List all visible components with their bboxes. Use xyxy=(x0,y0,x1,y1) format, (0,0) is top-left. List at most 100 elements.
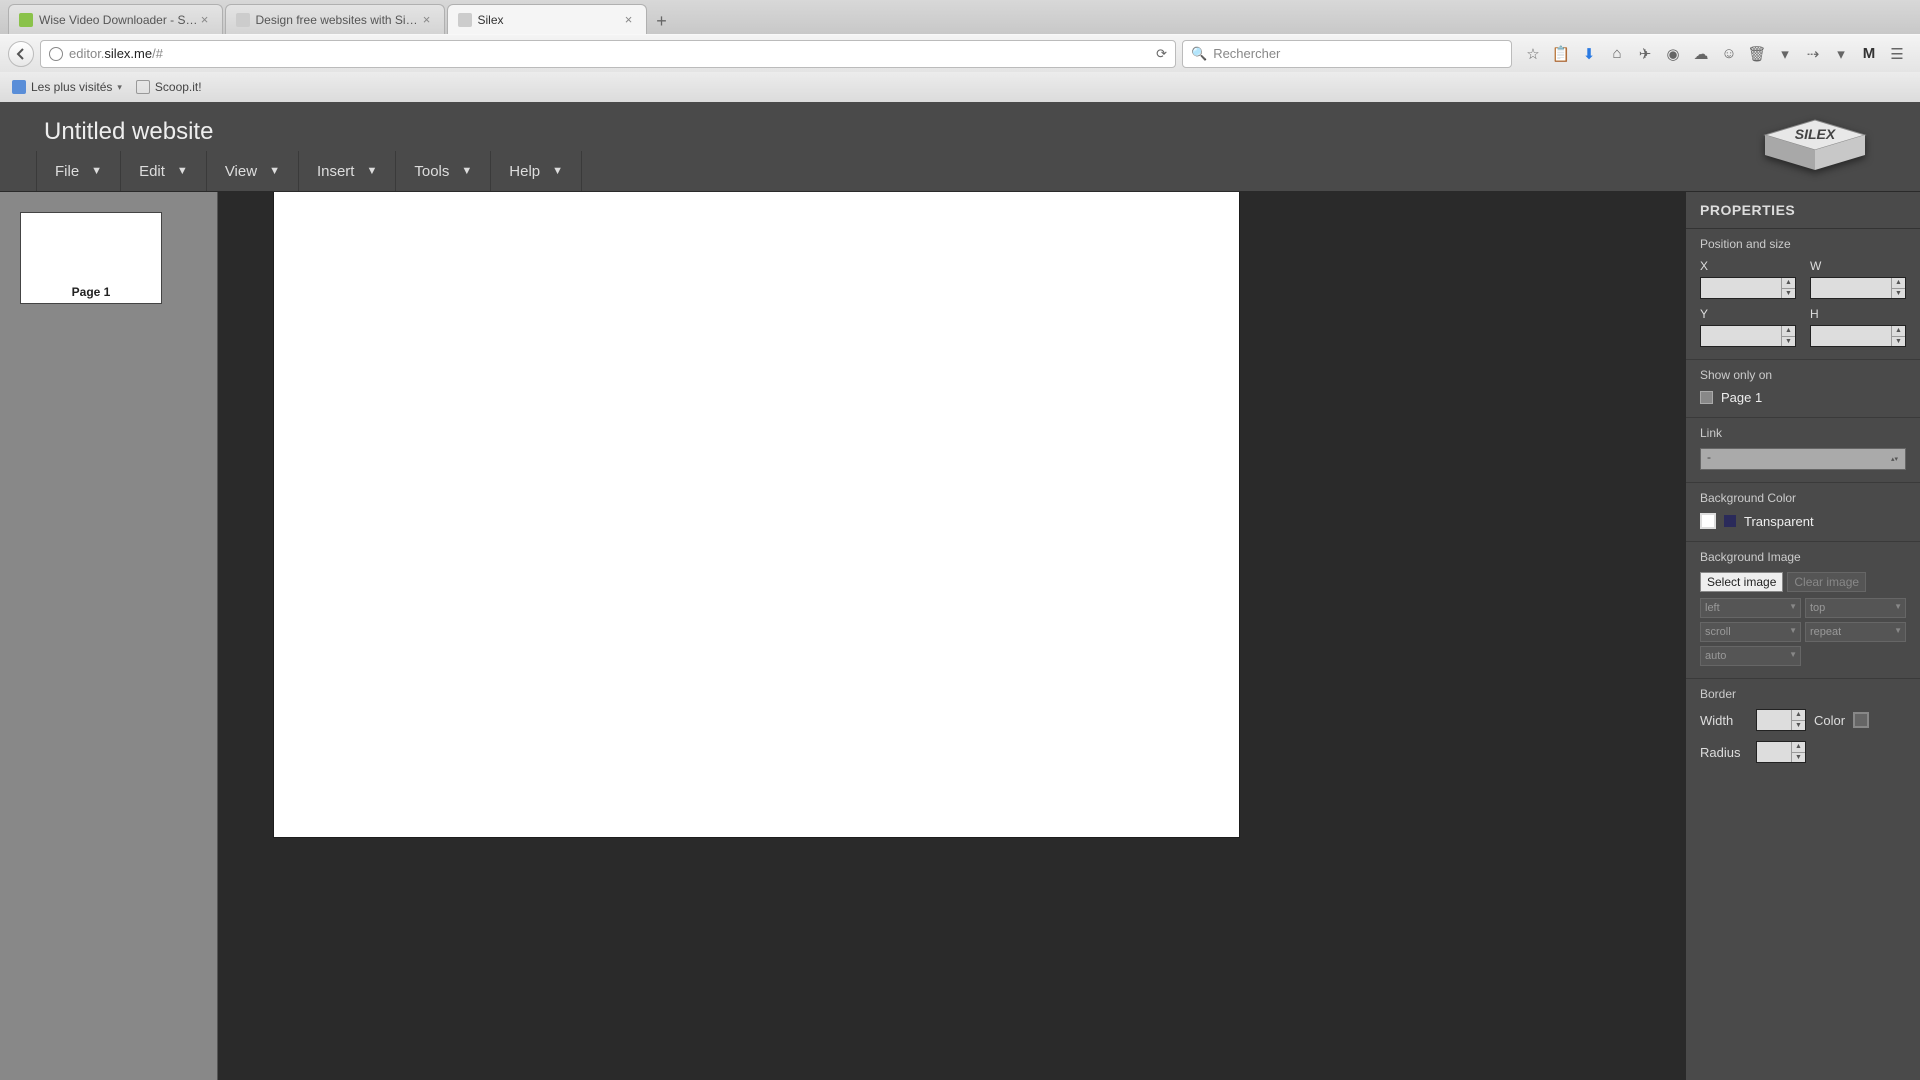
menu-insert[interactable]: Insert▼ xyxy=(299,151,396,191)
trash-icon[interactable]: 🗑 xyxy=(1748,45,1766,63)
search-icon: 🔍 xyxy=(1191,46,1207,62)
toolbar-icons: ☆ 📋 ⬇ ⌂ ✈ ◉ ☁ ☺ 🗑 ▾ ⇢ ▾ M ☰ xyxy=(1518,45,1912,63)
url-bar[interactable]: editor. silex.me /# ⟳ xyxy=(40,40,1176,68)
menu-help[interactable]: Help▼ xyxy=(491,151,582,191)
checkbox-transparent[interactable] xyxy=(1724,515,1736,527)
bg-attach-select[interactable]: scroll▼ xyxy=(1700,622,1801,642)
new-tab-button[interactable]: + xyxy=(649,8,675,34)
section-link: Link - ▴▾ xyxy=(1686,418,1920,483)
favicon-icon xyxy=(19,13,33,27)
tab-wise-video[interactable]: Wise Video Downloader - S… × xyxy=(8,4,223,34)
tab-silex-site[interactable]: Design free websites with Silex × xyxy=(225,4,445,34)
canvas-area xyxy=(218,192,1685,1080)
app-header: Untitled website File▼ Edit▼ View▼ Inser… xyxy=(0,102,1920,192)
properties-header: PROPERTIES xyxy=(1686,192,1920,229)
checkbox-label: Page 1 xyxy=(1721,390,1762,405)
chevron-down-icon: ▼ xyxy=(91,165,102,177)
bookmark-scoopit[interactable]: Scoop.it! xyxy=(136,80,202,94)
menu-bar: File▼ Edit▼ View▼ Insert▼ Tools▼ Help▼ xyxy=(36,151,582,191)
radius-label: Radius xyxy=(1700,745,1748,760)
checkbox-page1[interactable] xyxy=(1700,391,1713,404)
input-x[interactable]: ▲▼ xyxy=(1700,277,1796,299)
chevron-down-icon: ▼ xyxy=(461,165,472,177)
menu-file[interactable]: File▼ xyxy=(36,151,121,191)
globe-icon xyxy=(49,47,63,61)
bg-color-swatch[interactable] xyxy=(1700,513,1716,529)
tab-strip: Wise Video Downloader - S… × Design free… xyxy=(0,0,1920,34)
downloads-icon[interactable]: ⬇ xyxy=(1580,45,1598,63)
back-button[interactable] xyxy=(8,41,34,67)
bg-pos-x-select[interactable]: left▼ xyxy=(1700,598,1801,618)
dropdown2-icon[interactable]: ▾ xyxy=(1832,45,1850,63)
dropdown-icon[interactable]: ▾ xyxy=(1776,45,1794,63)
search-bar[interactable]: 🔍 Rechercher xyxy=(1182,40,1512,68)
pages-panel: Page 1 xyxy=(0,192,218,1080)
section-bg-image: Background Image Select image Clear imag… xyxy=(1686,542,1920,679)
chat-icon[interactable]: ☁ xyxy=(1692,45,1710,63)
section-border: Border Width ▲▼ Color Radius ▲▼ xyxy=(1686,679,1920,785)
input-y[interactable]: ▲▼ xyxy=(1700,325,1796,347)
link-select[interactable]: - ▴▾ xyxy=(1700,448,1906,470)
border-color-swatch[interactable] xyxy=(1853,712,1869,728)
bookmark-star-icon[interactable]: ☆ xyxy=(1524,45,1542,63)
bookmarks-bar: Les plus visités ▾ Scoop.it! xyxy=(0,72,1920,102)
menu-tools[interactable]: Tools ▼ xyxy=(396,151,491,191)
label-y: Y xyxy=(1700,307,1796,321)
bg-size-select[interactable]: auto▼ xyxy=(1700,646,1801,666)
section-position-size: Position and size X ▲▼ W ▲▼ Y ▲▼ xyxy=(1686,229,1920,360)
bookmark-label: Les plus visités xyxy=(31,80,112,94)
bg-pos-y-select[interactable]: top▼ xyxy=(1805,598,1906,618)
menu-view[interactable]: View ▼ xyxy=(207,151,299,191)
section-title: Background Image xyxy=(1700,550,1906,564)
favicon-icon xyxy=(458,13,472,27)
bookmark-most-visited[interactable]: Les plus visités ▾ xyxy=(12,80,122,94)
label-h: H xyxy=(1810,307,1906,321)
page-thumbnail[interactable]: Page 1 xyxy=(20,212,162,304)
send-icon[interactable]: ✈ xyxy=(1636,45,1654,63)
home-icon[interactable]: ⌂ xyxy=(1608,45,1626,63)
menu-label: Edit xyxy=(139,163,165,180)
close-icon[interactable]: × xyxy=(198,13,212,27)
border-width-input[interactable]: ▲▼ xyxy=(1756,709,1806,731)
transparent-label: Transparent xyxy=(1744,514,1814,529)
tab-silex-editor[interactable]: Silex × xyxy=(447,4,647,34)
bookmark-label: Scoop.it! xyxy=(155,80,202,94)
back-arrow-icon xyxy=(15,48,27,60)
page-icon xyxy=(136,80,150,94)
label-x: X xyxy=(1700,259,1796,273)
clear-image-button[interactable]: Clear image xyxy=(1787,572,1866,592)
menu-label: Insert xyxy=(317,163,355,180)
menu-label: Tools xyxy=(414,163,449,180)
select-arrows-icon: ▴▾ xyxy=(1891,449,1901,469)
tab-title: Silex xyxy=(478,13,622,27)
chevron-down-icon: ▼ xyxy=(269,165,280,177)
nav-bar: editor. silex.me /# ⟳ 🔍 Rechercher ☆ 📋 ⬇… xyxy=(0,34,1920,72)
select-image-button[interactable]: Select image xyxy=(1700,572,1783,592)
input-w[interactable]: ▲▼ xyxy=(1810,277,1906,299)
link-icon[interactable]: ⇢ xyxy=(1804,45,1822,63)
menu-edit[interactable]: Edit▼ xyxy=(121,151,207,191)
page-label: Page 1 xyxy=(21,285,161,299)
logo-icon: SILEX xyxy=(1755,115,1875,175)
clipboard-icon[interactable]: 📋 xyxy=(1552,45,1570,63)
close-icon[interactable]: × xyxy=(420,13,434,27)
section-title: Link xyxy=(1700,426,1906,440)
hamburger-icon[interactable]: ☰ xyxy=(1888,45,1906,63)
medium-icon[interactable]: M xyxy=(1860,45,1878,63)
chevron-down-icon: ▾ xyxy=(117,82,122,93)
section-title: Show only on xyxy=(1700,368,1906,382)
globe2-icon[interactable]: ◉ xyxy=(1664,45,1682,63)
folder-icon xyxy=(12,80,26,94)
svg-text:SILEX: SILEX xyxy=(1795,126,1837,142)
menu-label: View xyxy=(225,163,257,180)
close-icon[interactable]: × xyxy=(622,13,636,27)
canvas[interactable] xyxy=(274,192,1239,837)
select-value: - xyxy=(1701,450,1711,464)
bg-repeat-select[interactable]: repeat▼ xyxy=(1805,622,1906,642)
section-title: Background Color xyxy=(1700,491,1906,505)
app-body: Page 1 PROPERTIES Position and size X ▲▼… xyxy=(0,192,1920,1080)
border-radius-input[interactable]: ▲▼ xyxy=(1756,741,1806,763)
input-h[interactable]: ▲▼ xyxy=(1810,325,1906,347)
face-icon[interactable]: ☺ xyxy=(1720,45,1738,63)
reload-icon[interactable]: ⟳ xyxy=(1156,46,1167,62)
